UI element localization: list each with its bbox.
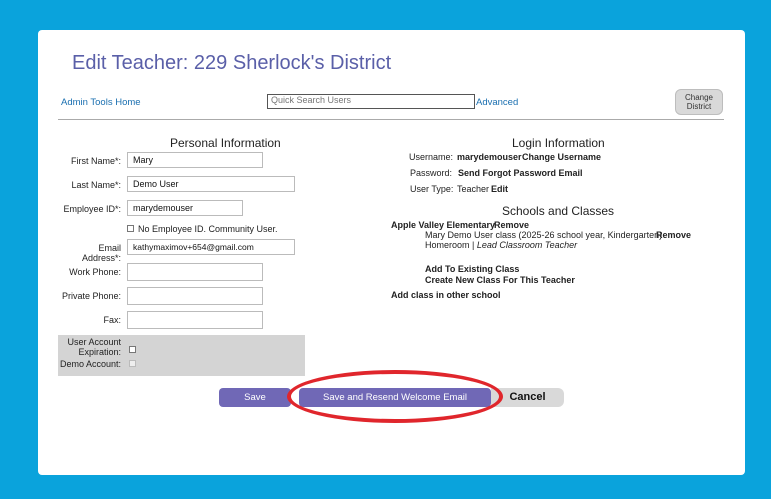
change-district-label-2: District — [686, 102, 712, 111]
add-class-other-school-link[interactable]: Add class in other school — [391, 290, 501, 300]
class-role-prefix: Homeroom | — [425, 240, 475, 250]
expiration-label-line2: Expiration: — [78, 347, 121, 357]
remove-school-link[interactable]: Remove — [494, 220, 529, 230]
quick-search-input[interactable]: Quick Search Users — [267, 94, 475, 109]
create-new-class-link[interactable]: Create New Class For This Teacher — [425, 275, 575, 285]
last-name-field[interactable]: Demo User — [127, 176, 295, 192]
user-type-value: Teacher — [457, 184, 490, 194]
school-name: Apple Valley Elementary — [391, 220, 496, 230]
work-phone-label: Work Phone: — [69, 267, 121, 277]
expiration-label-line1: User Account — [67, 337, 121, 347]
send-forgot-password-link[interactable]: Send Forgot Password Email — [458, 168, 583, 178]
page-title: Edit Teacher: 229 Sherlock's District — [72, 52, 392, 74]
edit-user-type-link[interactable]: Edit — [491, 184, 508, 194]
advanced-search-link[interactable]: Advanced — [476, 97, 518, 108]
personal-info-heading: Personal Information — [170, 136, 281, 150]
remove-class-link[interactable]: Remove — [656, 230, 691, 240]
first-name-field[interactable]: Mary — [127, 152, 263, 168]
no-employee-id-label: No Employee ID. Community User. — [138, 224, 278, 234]
work-phone-field[interactable] — [127, 263, 263, 281]
change-username-link[interactable]: Change Username — [522, 152, 601, 162]
class-role-name: Lead Classroom Teacher — [476, 240, 578, 250]
fax-field[interactable] — [127, 311, 263, 329]
first-name-label: First Name*: — [70, 156, 121, 166]
change-district-button[interactable]: Change District — [675, 89, 723, 115]
last-name-label: Last Name*: — [71, 180, 121, 190]
no-employee-id-checkbox[interactable] — [127, 225, 134, 232]
change-district-label-1: Change — [684, 93, 714, 102]
private-phone-field[interactable] — [127, 287, 263, 305]
demo-account-label: Demo Account: — [59, 359, 121, 369]
class-role: Homeroom | Lead Classroom Teacher — [425, 240, 577, 250]
schools-heading: Schools and Classes — [502, 204, 615, 218]
demo-account-checkbox[interactable] — [129, 360, 136, 367]
user-type-label: User Type: — [410, 184, 454, 194]
edit-teacher-card: Edit Teacher: 229 Sherlock's District Ad… — [38, 30, 745, 475]
save-button[interactable]: Save — [219, 388, 291, 407]
username-value: marydemouser — [457, 152, 522, 162]
expiration-label: User Account Expiration: — [59, 337, 121, 357]
admin-tools-home-link[interactable]: Admin Tools Home — [61, 97, 141, 108]
red-highlight-circle — [287, 370, 503, 423]
expiration-checkbox[interactable] — [129, 346, 136, 353]
class-description: Mary Demo User class (2025-26 school yea… — [425, 230, 663, 240]
email-field[interactable]: kathymaximov+654@gmail.com — [127, 239, 295, 255]
login-info-heading: Login Information — [512, 136, 605, 150]
employee-id-field[interactable]: marydemouser — [127, 200, 243, 216]
employee-id-label: Employee ID*: — [63, 204, 121, 214]
header-divider — [58, 119, 724, 120]
fax-label: Fax: — [103, 315, 121, 325]
private-phone-label: Private Phone: — [61, 291, 121, 301]
email-label: Email Address*: — [81, 243, 121, 263]
username-label: Username: — [409, 152, 454, 162]
add-existing-class-link[interactable]: Add To Existing Class — [425, 264, 519, 274]
password-label: Password: — [410, 168, 453, 178]
